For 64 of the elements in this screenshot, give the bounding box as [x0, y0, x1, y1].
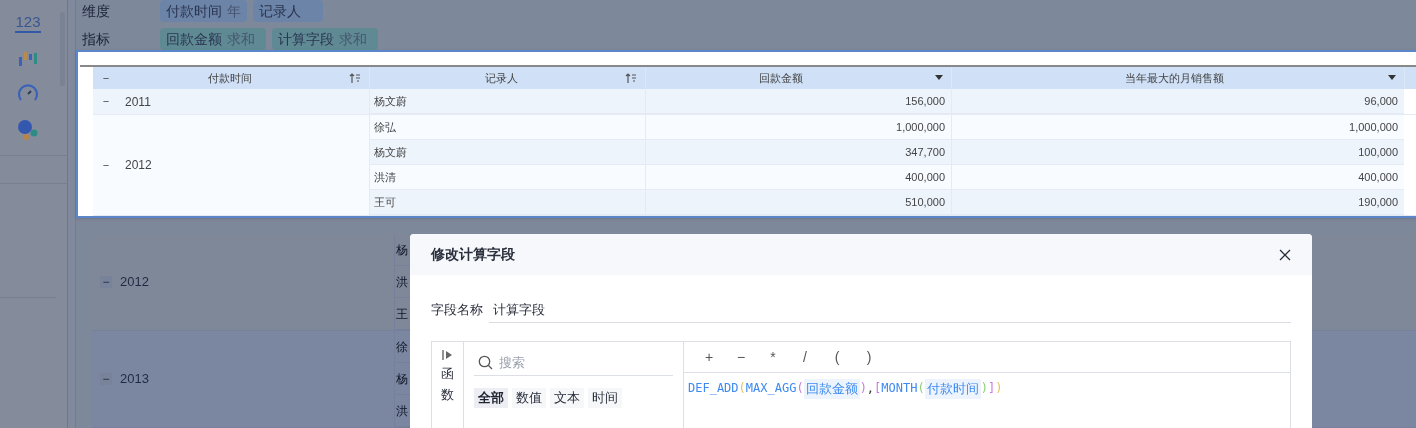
- year-cell-text: 2013: [120, 370, 149, 389]
- year-cell-text: 2012: [120, 273, 149, 292]
- comma-token: ,: [866, 380, 875, 397]
- dialog-title: 修改计算字段: [431, 245, 515, 264]
- dropdown-caret-icon[interactable]: [935, 75, 943, 81]
- bracket-token: ): [859, 380, 867, 397]
- operator-button[interactable]: (: [830, 346, 844, 368]
- category-tab[interactable]: 全部: [474, 388, 508, 408]
- table-cell: 杨文蔚: [369, 140, 645, 164]
- table-cell: 1,000,000: [645, 115, 951, 139]
- table-cell: 96,000: [951, 89, 1404, 113]
- collapse-toggle[interactable]: −: [101, 93, 111, 110]
- table-cell: 156,000: [645, 89, 951, 113]
- collapse-toggle[interactable]: −: [101, 156, 111, 174]
- column-header[interactable]: 当年最大的月销售额: [960, 69, 1388, 87]
- table-cell: 190,000: [951, 190, 1404, 214]
- category-tab[interactable]: 文本: [550, 388, 584, 408]
- collapse-toggle[interactable]: −: [101, 69, 111, 87]
- bracket-token: [: [874, 380, 882, 397]
- table-cell: 400,000: [645, 165, 951, 189]
- year-cell-text: 2012: [125, 157, 152, 174]
- bracket-token: (: [796, 380, 804, 397]
- column-header[interactable]: 回款金额: [654, 69, 935, 87]
- column-header[interactable]: 记录人: [378, 69, 625, 87]
- dropdown-caret-icon[interactable]: [1388, 75, 1396, 81]
- table-cell: 杨文蔚: [369, 89, 645, 113]
- search-icon: [478, 355, 493, 370]
- bracket-token: (: [917, 380, 925, 397]
- side-tab[interactable]: 函数: [441, 364, 454, 406]
- table-cell: 510,000: [645, 190, 951, 214]
- name-field[interactable]: 计算字段: [489, 297, 1291, 323]
- field-label: 字段名称: [431, 301, 484, 320]
- sort-icon[interactable]: [349, 72, 361, 84]
- function-token: DEF_ADD: [688, 380, 739, 397]
- close-icon[interactable]: [1279, 248, 1291, 261]
- table-cell: 徐弘: [369, 115, 645, 139]
- sort-icon[interactable]: [625, 72, 637, 84]
- function-token: MONTH: [881, 380, 918, 397]
- bracket-token: (: [738, 380, 746, 397]
- shelf-label: 维度: [82, 1, 111, 21]
- operator-button[interactable]: ): [862, 346, 876, 368]
- function-token: MAX_AGG: [745, 380, 797, 397]
- table-cell: 347,700: [645, 140, 951, 164]
- collapse-toggle[interactable]: −: [100, 276, 112, 288]
- bracket-token: ): [980, 380, 988, 397]
- operator-button[interactable]: /: [798, 346, 812, 368]
- collapse-toggle[interactable]: −: [100, 373, 112, 385]
- operator-button[interactable]: −: [734, 346, 748, 368]
- shelf-label: 指标: [82, 29, 111, 49]
- table-cell: 100,000: [951, 140, 1404, 164]
- table-cell: 400,000: [951, 165, 1404, 189]
- collapse-panel-icon[interactable]: [442, 350, 453, 360]
- search-field[interactable]: 搜索: [499, 352, 649, 373]
- column-header[interactable]: 付款时间: [111, 69, 349, 87]
- operator-button[interactable]: *: [766, 346, 780, 368]
- table-cell: 1,000,000: [951, 115, 1404, 139]
- year-cell-text: 2011: [125, 93, 151, 111]
- category-tab[interactable]: 数值: [512, 388, 546, 408]
- bracket-token: ): [995, 380, 1003, 397]
- bracket-token: ]: [987, 380, 996, 397]
- table-cell: 王可: [369, 190, 645, 214]
- category-tab[interactable]: 时间: [588, 388, 622, 408]
- operator-button[interactable]: +: [702, 346, 716, 368]
- table-cell: 洪清: [369, 165, 645, 189]
